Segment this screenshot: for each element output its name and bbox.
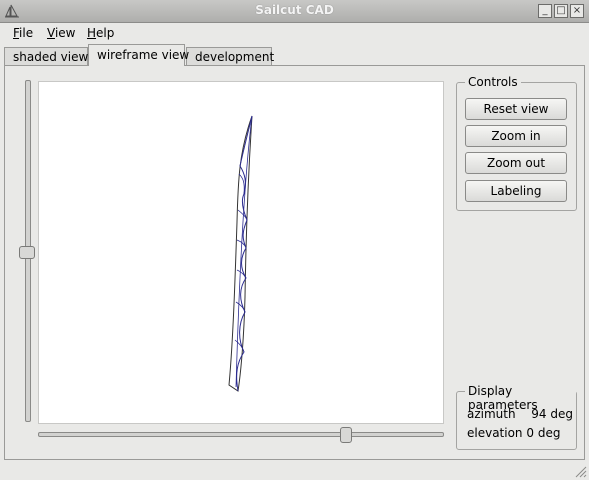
- menu-help[interactable]: Help: [87, 26, 114, 40]
- azimuth-value: 94 deg: [531, 407, 573, 421]
- resize-grip-icon[interactable]: [574, 465, 587, 478]
- display-parameters-group: Display parameters azimuth 94 deg elevat…: [456, 384, 577, 450]
- title-bar[interactable]: Sailcut CAD _ □ ×: [0, 0, 589, 23]
- tab-shaded-view[interactable]: shaded view: [4, 47, 88, 65]
- zoom-in-button[interactable]: Zoom in: [465, 125, 567, 147]
- azimuth-label: azimuth: [467, 407, 516, 421]
- sail-outline: [228, 115, 253, 392]
- wireframe-canvas[interactable]: [38, 81, 444, 424]
- zoom-out-button[interactable]: Zoom out: [465, 152, 567, 174]
- controls-group: Controls Reset view Zoom in Zoom out Lab…: [456, 75, 577, 211]
- tab-wireframe-view[interactable]: wireframe view: [88, 44, 189, 66]
- labeling-button[interactable]: Labeling: [465, 180, 567, 202]
- menu-view-label: iew: [54, 26, 76, 40]
- minimize-button[interactable]: _: [538, 4, 552, 18]
- controls-legend: Controls: [465, 75, 521, 89]
- tab-development[interactable]: development: [186, 47, 274, 65]
- maximize-button[interactable]: □: [554, 4, 568, 18]
- menu-help-mnemonic: H: [87, 26, 97, 40]
- elevation-row: elevation 0 deg: [467, 426, 560, 440]
- menu-bar: File View Help: [0, 23, 589, 43]
- reset-view-button[interactable]: Reset view: [465, 98, 567, 120]
- close-button[interactable]: ×: [570, 4, 584, 18]
- azimuth-slider-handle[interactable]: [340, 427, 352, 443]
- menu-view[interactable]: View: [47, 26, 75, 40]
- azimuth-row: azimuth 94 deg: [467, 407, 573, 421]
- elevation-value: 0 deg: [526, 426, 561, 440]
- window-title: Sailcut CAD: [255, 3, 334, 17]
- elevation-slider-handle[interactable]: [19, 246, 35, 259]
- menu-file-label: ile: [19, 26, 34, 40]
- azimuth-slider[interactable]: [38, 432, 444, 437]
- menu-help-label: elp: [96, 26, 115, 40]
- menu-file[interactable]: File: [13, 26, 33, 40]
- menu-view-mnemonic: V: [47, 26, 55, 40]
- elevation-label: elevation: [467, 426, 523, 440]
- wireframe-panel: Controls Reset view Zoom in Zoom out Lab…: [4, 65, 585, 460]
- sail-wireframe: [228, 115, 253, 392]
